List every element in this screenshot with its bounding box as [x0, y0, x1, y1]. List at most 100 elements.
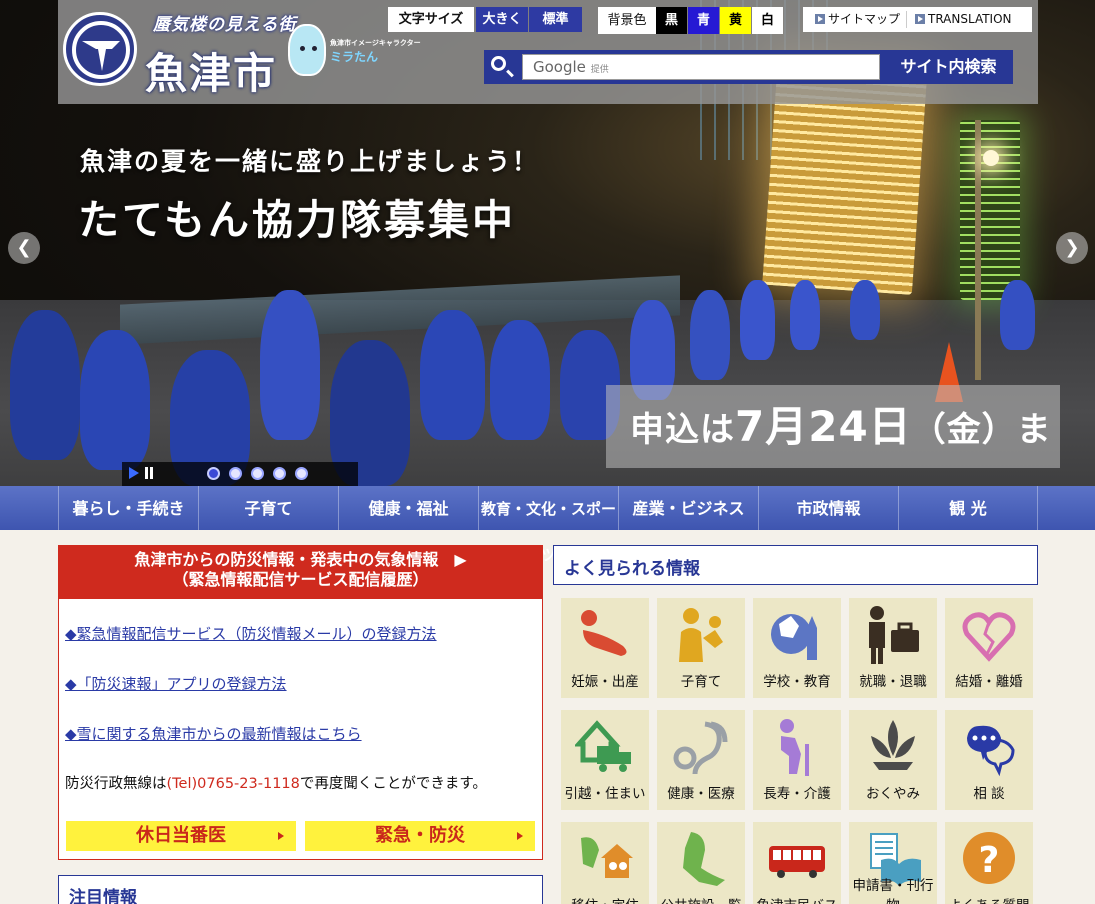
tile-childcare[interactable]: 子育て	[657, 598, 745, 698]
disaster-link-mail[interactable]: ◆緊急情報配信サービス（防災情報メール）の登録方法	[65, 623, 437, 644]
slide-dot-2[interactable]	[229, 467, 242, 480]
tile-documents[interactable]: 申請書・刊行物	[849, 822, 937, 904]
hero-deadline-box: 申込は7月24日（金）まで	[606, 385, 1060, 468]
notice-heading-box: 注目情報	[58, 875, 543, 904]
tile-faq[interactable]: ? よくある質問	[945, 822, 1033, 904]
hero-title: たてもん協力隊募集中	[78, 196, 516, 244]
slide-dot-4[interactable]	[273, 467, 286, 480]
city-emblem-logo[interactable]	[63, 12, 137, 86]
slide-dot-5[interactable]	[295, 467, 308, 480]
pregnancy-icon	[575, 604, 635, 666]
nav-education[interactable]: 教育・文化・スポーツ	[479, 486, 619, 564]
frequent-info-heading: よく見られる情報	[564, 559, 700, 579]
nav-health[interactable]: 健康・福祉	[339, 486, 479, 530]
nav-city-admin[interactable]: 市政情報	[759, 486, 899, 530]
bg-black-button[interactable]: 黒	[656, 7, 687, 34]
tile-pregnancy[interactable]: 妊娠・出産	[561, 598, 649, 698]
disaster-link-snow[interactable]: ◆雪に関する魚津市からの最新情報はこちら	[65, 723, 362, 744]
childcare-icon	[671, 604, 731, 666]
pause-icon[interactable]	[145, 467, 153, 479]
deadline-prefix: 申込は	[630, 410, 735, 450]
tile-label: 長寿・介護	[763, 786, 831, 802]
arrow-right-icon	[278, 832, 284, 840]
header-city-name[interactable]: 魚津市	[145, 40, 277, 101]
stethoscope-icon	[671, 716, 731, 778]
mascot-name: 魚津市イメージキャラクターミラたん	[330, 38, 421, 65]
tile-label: 学校・教育	[763, 674, 831, 690]
employment-icon	[863, 604, 923, 666]
tile-label: おくやみ	[866, 786, 920, 802]
tile-relocation[interactable]: 移住・定住	[561, 822, 649, 904]
site-search-button[interactable]: サイト内検索	[884, 50, 1013, 84]
bg-blue-button[interactable]: 青	[688, 7, 719, 34]
tile-label: よくある質問	[945, 894, 1033, 904]
deadline-date: 7月24日	[735, 402, 912, 451]
slider-controls	[122, 462, 358, 486]
nav-living[interactable]: 暮らし・手続き	[58, 486, 199, 530]
font-size-larger-button[interactable]: 大きく	[476, 7, 528, 32]
bg-white-button[interactable]: 白	[752, 7, 783, 34]
elderly-icon	[767, 716, 827, 778]
tile-label: 結婚・離婚	[955, 674, 1023, 690]
slider-prev-button[interactable]: ❮	[8, 232, 40, 264]
play-icon[interactable]	[129, 467, 139, 479]
tile-lotus[interactable]: おくやみ	[849, 710, 937, 810]
tile-facilities[interactable]: 公共施設一覧	[657, 822, 745, 904]
disaster-link-app[interactable]: ◆「防災速報」アプリの登録方法	[65, 673, 287, 694]
search-icon	[491, 56, 506, 71]
search-input[interactable]: Google 提供	[522, 54, 880, 80]
translation-link[interactable]: TRANSLATION	[915, 7, 1012, 32]
header-catchphrase: 蜃気楼の見える街	[153, 15, 297, 35]
disaster-heading[interactable]: 魚津市からの防災情報・発表中の気象情報 ▶ （緊急情報配信サービス配信履歴）	[59, 546, 542, 599]
holiday-doctor-button[interactable]: 休日当番医	[66, 821, 296, 851]
slide-dot-1[interactable]	[207, 467, 220, 480]
hero-lamp	[983, 150, 999, 166]
tile-label: 相 談	[973, 786, 1005, 802]
faq-icon: ?	[959, 828, 1019, 890]
frequent-info-heading-box: よく見られる情報	[553, 545, 1038, 585]
lotus-icon	[863, 716, 923, 778]
nav-tourism[interactable]: 観 光	[899, 486, 1038, 530]
tile-label: 引越・住まい	[564, 786, 646, 802]
tile-label: 公共施設一覧	[657, 894, 745, 904]
sitemap-link[interactable]: サイトマップ	[815, 7, 900, 32]
notice-heading: 注目情報	[69, 888, 137, 904]
utility-links: サイトマップ TRANSLATION	[803, 7, 1032, 32]
tile-consultation[interactable]: 相 談	[945, 710, 1033, 810]
bus-icon	[767, 828, 827, 890]
mascot-image	[288, 24, 326, 76]
arrow-icon	[915, 14, 925, 24]
bg-yellow-button[interactable]: 黄	[720, 7, 751, 34]
moving-icon	[573, 716, 635, 778]
tile-marriage[interactable]: 結婚・離婚	[945, 598, 1033, 698]
school-icon	[767, 604, 827, 666]
tile-bus[interactable]: 魚津市民バス	[753, 822, 841, 904]
emergency-button[interactable]: 緊急・防災	[305, 821, 535, 851]
background-color-label: 背景色	[598, 7, 656, 34]
facilities-icon	[671, 828, 731, 890]
site-search: Google 提供 サイト内検索	[484, 50, 1013, 84]
font-size-standard-button[interactable]: 標準	[529, 7, 582, 32]
slider-next-button[interactable]: ❯	[1056, 232, 1088, 264]
consultation-icon	[959, 716, 1019, 778]
tile-elderly[interactable]: 長寿・介護	[753, 710, 841, 810]
disaster-info-panel: 魚津市からの防災情報・発表中の気象情報 ▶ （緊急情報配信サービス配信履歴） ◆…	[58, 545, 543, 860]
mascot-caption: 魚津市イメージキャラクター	[330, 39, 421, 47]
tile-label: 子育て	[680, 674, 722, 690]
nav-industry[interactable]: 産業・ビジネス	[619, 486, 759, 530]
tile-label: 健康・医療	[667, 786, 735, 802]
tile-moving[interactable]: 引越・住まい	[561, 710, 649, 810]
svg-text:?: ?	[979, 840, 1000, 881]
mascot-name-text: ミラたん	[330, 50, 379, 64]
tile-school[interactable]: 学校・教育	[753, 598, 841, 698]
tile-employment[interactable]: 就職・退職	[849, 598, 937, 698]
nav-childcare[interactable]: 子育て	[199, 486, 339, 530]
arrow-icon	[815, 14, 825, 24]
tile-label: 妊娠・出産	[571, 674, 639, 690]
slide-dot-3[interactable]	[251, 467, 264, 480]
tile-stethoscope[interactable]: 健康・医療	[657, 710, 745, 810]
global-nav: 暮らし・手続き 子育て 健康・福祉 教育・文化・スポーツ 産業・ビジネス 市政情…	[0, 486, 1095, 564]
tile-label: 就職・退職	[859, 674, 927, 690]
hero-subtitle: 魚津の夏を一緒に盛り上げましょう！	[80, 147, 540, 176]
arrow-right-icon	[517, 832, 523, 840]
